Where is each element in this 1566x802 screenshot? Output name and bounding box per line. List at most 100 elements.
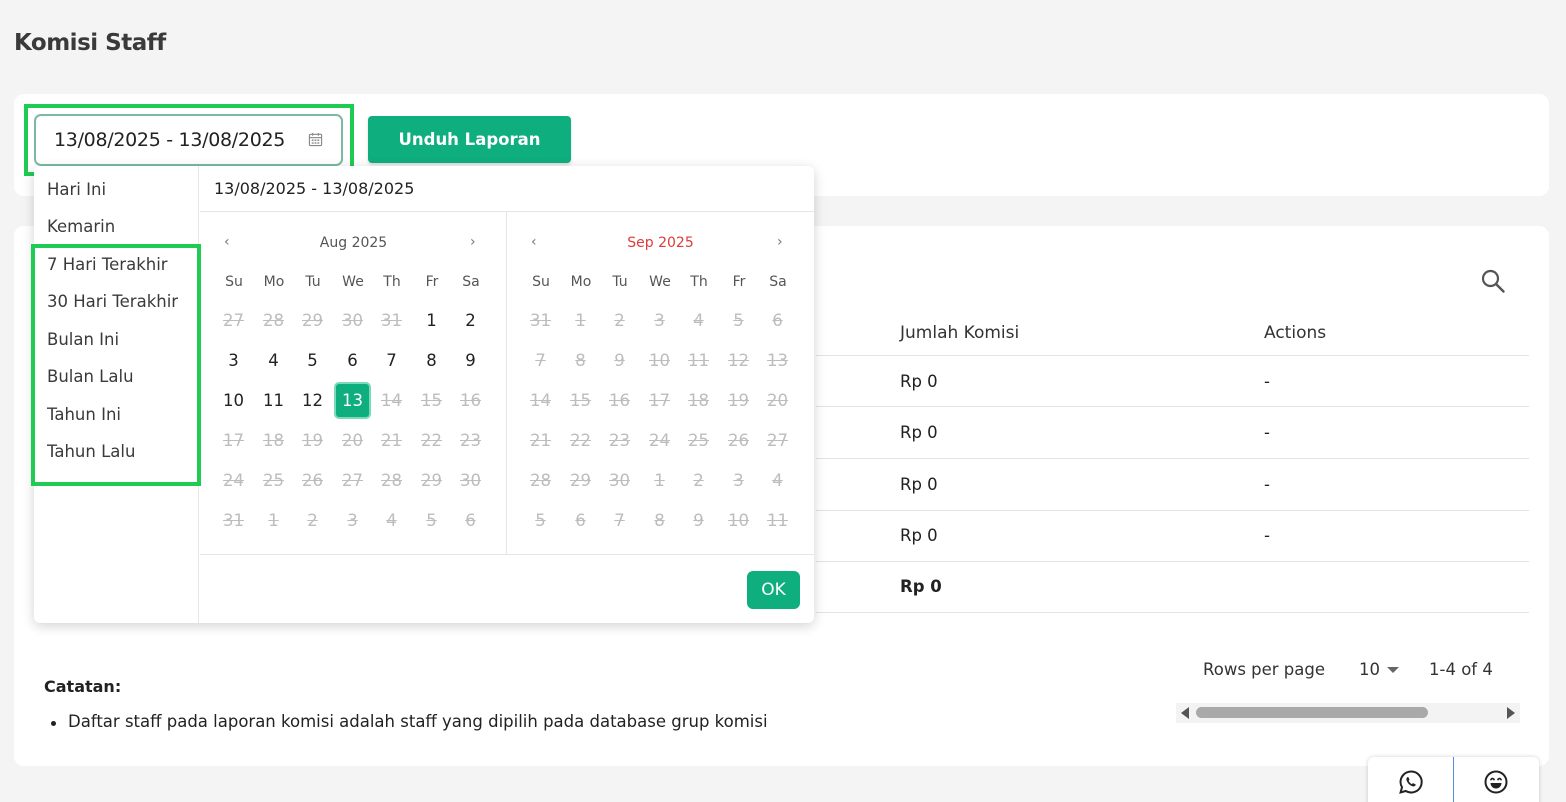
notes-title: Catatan: [44, 677, 122, 696]
calendar-day: 3 [654, 311, 665, 330]
calendar-day[interactable]: 3 [215, 342, 252, 379]
scroll-right-arrow-icon[interactable] [1507, 707, 1515, 719]
next-month-button[interactable]: › [470, 234, 476, 250]
divider [1453, 757, 1454, 802]
calendar-day-selected[interactable]: 13 [334, 382, 371, 419]
calendar-day: 12 [728, 351, 749, 370]
next-month-button[interactable]: › [777, 234, 783, 250]
calendar-day: 6 [465, 511, 476, 530]
calendar-day: 4 [693, 311, 704, 330]
calendar-day: 22 [570, 431, 591, 450]
calendar-day: 31 [381, 311, 402, 330]
calendar-day[interactable]: 10 [215, 382, 252, 419]
calendar-day: 3 [733, 471, 744, 490]
calendar-day: 3 [347, 511, 358, 530]
download-report-button[interactable]: Unduh Laporan [368, 116, 571, 163]
table-total-commission: Rp 0 [900, 577, 942, 596]
range-option-yesterday[interactable]: Kemarin [47, 217, 115, 236]
table-divider [816, 510, 1529, 511]
calendar-day: 7 [535, 351, 546, 370]
calendar-day[interactable]: 2 [452, 302, 489, 339]
calendar-day: 8 [654, 511, 665, 530]
calendar-month-aug: ‹ Aug 2025 › Su Mo Tu We Th Fr Sa 27 28 29 30 31 1 2 3… [200, 212, 507, 554]
calendar-day: 14 [530, 391, 551, 410]
calendar-icon [308, 132, 323, 147]
table-divider [816, 355, 1529, 356]
calendar-day: 1 [268, 511, 279, 530]
pagination-range: 1-4 of 4 [1429, 660, 1493, 679]
calendar-day: 20 [342, 431, 363, 450]
picker-selected-range: 13/08/2025 - 13/08/2025 [214, 179, 415, 198]
weekday-label: Fr [425, 274, 439, 290]
calendar-day: 25 [688, 431, 709, 450]
calendar-day[interactable]: 4 [255, 342, 292, 379]
calendar-day: 4 [772, 471, 783, 490]
calendar-day: 31 [530, 311, 551, 330]
calendar-day[interactable]: 6 [334, 342, 371, 379]
table-divider [816, 561, 1529, 562]
calendar-day[interactable]: 7 [373, 342, 410, 379]
horizontal-scrollbar[interactable] [1176, 703, 1520, 723]
date-range-input[interactable]: 13/08/2025 - 13/08/2025 [34, 114, 343, 166]
whatsapp-icon[interactable] [1398, 769, 1424, 795]
date-range-value: 13/08/2025 - 13/08/2025 [54, 129, 286, 151]
table-cell-commission: Rp 0 [900, 475, 938, 494]
calendar-day[interactable]: 5 [294, 342, 331, 379]
calendar-day[interactable]: 9 [452, 342, 489, 379]
calendar-day: 19 [302, 431, 323, 450]
calendar-day: 1 [654, 471, 665, 490]
calendar-day: 26 [728, 431, 749, 450]
calendar-day[interactable]: 1 [413, 302, 450, 339]
calendar-day[interactable]: 11 [255, 382, 292, 419]
calendar-day: 10 [649, 351, 670, 370]
calendar-day: 16 [609, 391, 630, 410]
weekday-label: Th [690, 274, 708, 290]
calendar-day: 21 [530, 431, 551, 450]
search-icon[interactable] [1480, 268, 1506, 294]
calendar-day: 28 [263, 311, 284, 330]
weekday-label: Fr [732, 274, 746, 290]
weekday-label: We [342, 274, 364, 290]
scroll-left-arrow-icon[interactable] [1181, 707, 1189, 719]
ok-button[interactable]: OK [747, 571, 800, 609]
calendar-day: 22 [421, 431, 442, 450]
calendar-day: 1 [575, 311, 586, 330]
calendar-day: 27 [342, 471, 363, 490]
column-header-actions: Actions [1264, 323, 1327, 343]
table-cell-actions: - [1264, 475, 1270, 494]
calendar-day: 11 [688, 351, 709, 370]
scrollbar-thumb[interactable] [1196, 707, 1428, 718]
calendar-day[interactable]: 8 [413, 342, 450, 379]
smiley-icon[interactable] [1483, 769, 1509, 795]
rows-per-page-select[interactable]: 10 [1359, 660, 1380, 679]
column-header-commission[interactable]: Jumlah Komisi [900, 323, 1019, 343]
weekday-label: Mo [570, 274, 592, 290]
calendar-day: 23 [460, 431, 481, 450]
weekday-label: We [649, 274, 671, 290]
weekday-label: Mo [263, 274, 285, 290]
calendar-day: 9 [693, 511, 704, 530]
calendar-day: 27 [223, 311, 244, 330]
calendar-day: 5 [535, 511, 546, 530]
month-title: Aug 2025 [319, 235, 388, 251]
rows-per-page-label: Rows per page [1203, 660, 1326, 679]
weekday-label: Th [383, 274, 401, 290]
calendar-day: 5 [426, 511, 437, 530]
date-range-picker: Hari Ini Kemarin 7 Hari Terakhir 30 Hari… [31, 166, 814, 623]
floating-help-buttons [1368, 757, 1539, 802]
weekday-label: Tu [305, 274, 321, 290]
picker-header: 13/08/2025 - 13/08/2025 [200, 166, 814, 212]
table-cell-actions: - [1264, 372, 1270, 391]
calendar-day: 29 [421, 471, 442, 490]
weekday-label: Tu [612, 274, 628, 290]
calendar-day: 24 [649, 431, 670, 450]
calendar-day: 15 [570, 391, 591, 410]
chevron-down-icon[interactable] [1387, 667, 1399, 673]
calendar-day: 28 [381, 471, 402, 490]
table-cell-commission: Rp 0 [900, 423, 938, 442]
table-cell-commission: Rp 0 [900, 372, 938, 391]
calendar-day: 27 [767, 431, 788, 450]
range-option-today[interactable]: Hari Ini [47, 180, 106, 199]
calendar-day: 18 [263, 431, 284, 450]
calendar-day[interactable]: 12 [294, 382, 331, 419]
